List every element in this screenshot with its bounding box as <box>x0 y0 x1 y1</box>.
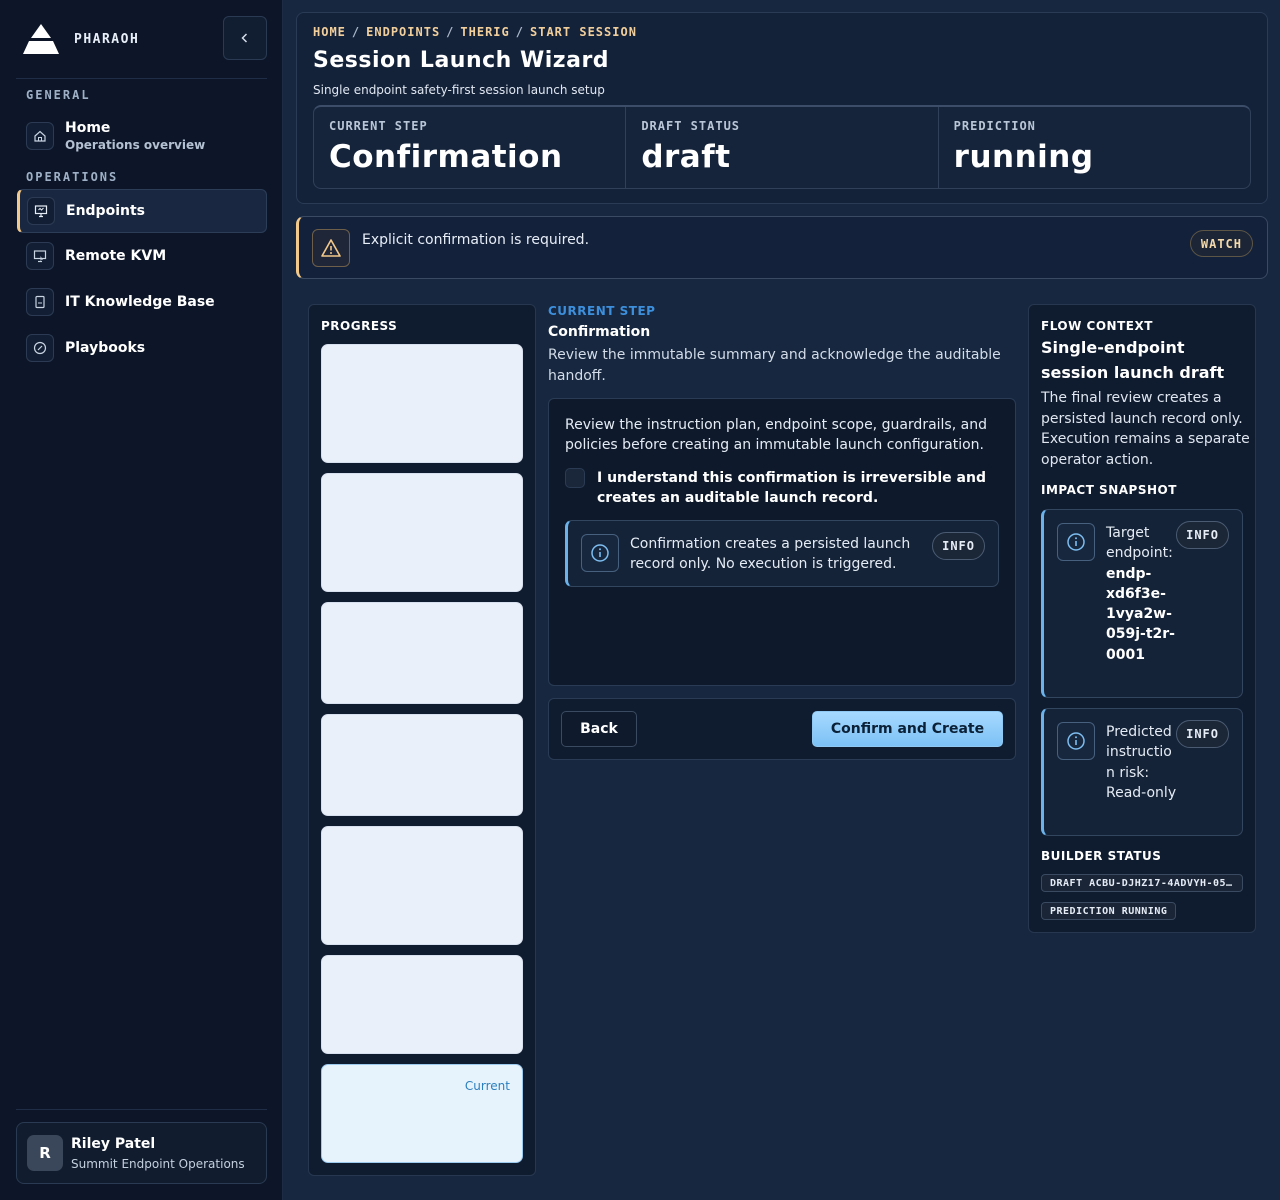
sidebar-item-remote-kvm[interactable]: Remote KVM <box>17 234 267 278</box>
alert-text: Explicit confirmation is required. <box>362 232 590 248</box>
stat-value: running <box>953 139 1094 175</box>
sidebar-item-label: Home <box>65 120 111 136</box>
progress-step-card[interactable] <box>321 602 523 704</box>
avatar: R <box>27 1135 63 1171</box>
builder-status-heading: BUILDER STATUS <box>1041 849 1162 863</box>
brand-name: PHARAOH <box>74 31 140 47</box>
section-label-operations: OPERATIONS <box>26 170 119 184</box>
breadcrumb-current: START SESSION <box>530 25 637 39</box>
sidebar-divider <box>16 1109 267 1110</box>
stat-value: draft <box>641 139 731 175</box>
acknowledge-checkbox[interactable] <box>565 468 585 488</box>
info-badge: INFO <box>1176 720 1229 748</box>
flow-context-panel: FLOW CONTEXT Single-endpoint session lau… <box>1028 304 1256 933</box>
acknowledge-row[interactable]: I understand this confirmation is irreve… <box>565 468 997 508</box>
stat-draft-status: DRAFT STATUS draft <box>626 107 939 188</box>
stats-row: CURRENT STEP Confirmation DRAFT STATUS d… <box>313 105 1251 189</box>
sidebar-item-knowledge-base[interactable]: IT Knowledge Base <box>17 280 267 324</box>
progress-step-card[interactable] <box>321 826 523 945</box>
action-bar: Back Confirm and Create <box>548 698 1016 760</box>
info-icon <box>1057 523 1095 561</box>
progress-step-card[interactable] <box>321 473 523 592</box>
confirm-create-button[interactable]: Confirm and Create <box>812 711 1003 747</box>
warning-icon <box>312 229 350 267</box>
page-subtitle: Single endpoint safety-first session lau… <box>313 83 605 97</box>
impact-value: endp-xd6f3e-1vya2w-059j-t2r-0001 <box>1106 565 1175 663</box>
breadcrumb-home[interactable]: HOME <box>313 25 346 39</box>
sidebar-divider <box>16 78 267 79</box>
info-callout: Confirmation creates a persisted launch … <box>565 520 999 587</box>
sidebar-item-home[interactable]: Home Operations overview <box>17 114 267 158</box>
info-text: Confirmation creates a persisted launch … <box>630 536 911 572</box>
acknowledge-label[interactable]: I understand this confirmation is irreve… <box>597 468 997 508</box>
user-org: Summit Endpoint Operations <box>71 1156 245 1171</box>
section-label-general: GENERAL <box>26 88 91 102</box>
impact-label: Target endpoint: <box>1106 525 1173 562</box>
sidebar-item-label: Playbooks <box>65 340 146 356</box>
review-card: Review the instruction plan, endpoint sc… <box>548 398 1016 686</box>
sidebar: PHARAOH GENERAL Home Operations overview… <box>0 0 283 1200</box>
impact-text: Target endpoint: endp-xd6f3e-1vya2w-059j… <box>1106 523 1178 665</box>
impact-label: Predicted instruction risk: <box>1106 724 1172 781</box>
stat-prediction: PREDICTION running <box>939 107 1250 188</box>
chevron-left-icon <box>241 33 248 43</box>
sidebar-item-label: Remote KVM <box>65 248 167 264</box>
impact-heading: IMPACT SNAPSHOT <box>1041 483 1177 497</box>
info-badge: INFO <box>932 532 985 560</box>
book-icon <box>26 288 54 316</box>
watch-badge: WATCH <box>1189 230 1253 257</box>
monitor-icon <box>27 197 55 225</box>
sidebar-item-sublabel: Operations overview <box>65 138 206 152</box>
progress-panel: PROGRESS Current <box>308 304 536 1176</box>
info-badge: INFO <box>1176 521 1229 549</box>
stat-label: DRAFT STATUS <box>641 119 741 133</box>
sidebar-item-label: Endpoints <box>66 203 145 219</box>
progress-heading: PROGRESS <box>321 319 398 333</box>
confirmation-alert: Explicit confirmation is required. WATCH <box>296 216 1268 279</box>
home-icon <box>26 122 54 150</box>
progress-step-card[interactable] <box>321 714 523 816</box>
breadcrumb: HOME / ENDPOINTS / THERIG / START SESSION <box>313 25 637 39</box>
info-icon <box>1057 722 1095 760</box>
draft-id-chip: DRAFT ACBU-DJHZ17-4ADVYH-05… <box>1041 874 1243 892</box>
stat-label: PREDICTION <box>953 119 1036 133</box>
step-title: Confirmation <box>548 324 651 340</box>
page-header: HOME / ENDPOINTS / THERIG / START SESSION Sess… <box>296 12 1268 204</box>
pyramid-logo-icon <box>23 24 59 54</box>
impact-value: Read-only <box>1106 784 1177 801</box>
page-title: Session Launch Wizard <box>313 48 610 73</box>
progress-step-card[interactable] <box>321 344 523 463</box>
progress-step-card[interactable] <box>321 955 523 1054</box>
breadcrumb-endpoints[interactable]: ENDPOINTS <box>366 25 440 39</box>
brand: PHARAOH <box>22 22 139 56</box>
sidebar-item-label: IT Knowledge Base <box>65 294 215 310</box>
stat-current-step: CURRENT STEP Confirmation <box>314 107 627 188</box>
prediction-chip: PREDICTION RUNNING <box>1041 902 1177 920</box>
context-title: Single-endpoint session launch draft <box>1041 338 1225 382</box>
collapse-sidebar-button[interactable] <box>223 16 267 60</box>
current-step-label: Current <box>464 1079 510 1093</box>
review-text: Review the instruction plan, endpoint sc… <box>565 417 987 453</box>
user-name: Riley Patel <box>71 1135 156 1152</box>
impact-text: Predicted instruction risk: Read-only <box>1106 722 1178 803</box>
step-eyebrow: CURRENT STEP <box>548 304 656 318</box>
context-heading: FLOW CONTEXT <box>1041 319 1153 333</box>
user-card[interactable]: R Riley Patel Summit Endpoint Operations <box>16 1122 267 1184</box>
context-description: The final review creates a persisted lau… <box>1041 390 1250 468</box>
gauge-icon <box>26 334 54 362</box>
sidebar-item-endpoints[interactable]: Endpoints <box>17 189 267 233</box>
sidebar-item-playbooks[interactable]: Playbooks <box>17 326 267 370</box>
back-button[interactable]: Back <box>561 711 637 747</box>
impact-card-risk: Predicted instruction risk: Read-only IN… <box>1041 708 1243 836</box>
breadcrumb-endpoint[interactable]: THERIG <box>460 25 509 39</box>
stat-value: Confirmation <box>329 139 563 175</box>
progress-step-card-current[interactable]: Current <box>321 1064 523 1163</box>
step-description: Review the immutable summary and acknowl… <box>548 347 1001 384</box>
remote-screen-icon <box>26 242 54 270</box>
stat-label: CURRENT STEP <box>329 119 428 133</box>
info-icon <box>581 534 619 572</box>
impact-card-target: Target endpoint: endp-xd6f3e-1vya2w-059j… <box>1041 509 1243 698</box>
